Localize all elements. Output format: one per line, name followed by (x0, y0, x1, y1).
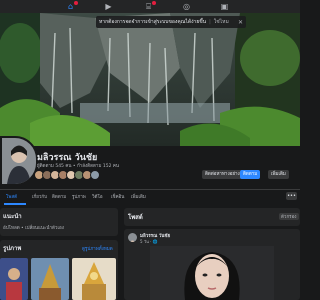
groups-icon[interactable]: ◎ (182, 2, 191, 11)
photo-thumbnail[interactable] (0, 258, 28, 300)
photo-image (0, 258, 28, 300)
notification-dot (74, 1, 78, 5)
intro-text[interactable]: อัปโหลด • เปลี่ยนแนะนำตัวเอง (3, 224, 64, 231)
photos-title: รูปภาพ (3, 245, 22, 252)
post-card: มลิวรรณ วันชัย 5 วัน · 🌐 (124, 229, 300, 300)
post-timestamp[interactable]: 5 วัน · 🌐 (140, 238, 158, 245)
photo-image (31, 258, 69, 300)
post-image (150, 246, 274, 300)
tab-following[interactable]: ติดตาม (52, 193, 66, 200)
follow-button[interactable]: ติดตาม (240, 170, 261, 179)
active-tab-indicator (4, 203, 26, 205)
profile-tabs: โพสต์ เกี่ยวกับ ติดตาม รูปภาพ วิดีโอ เช็… (0, 190, 300, 203)
cover-photo[interactable] (0, 13, 300, 146)
top-navigation-bar: ⌂ ▶ ⌸ ◎ ▣ (0, 0, 300, 14)
banner-link[interactable]: ใช่ไหม (214, 18, 229, 26)
post-photo[interactable] (150, 246, 274, 300)
waterfall-image (0, 13, 300, 146)
tab-photos[interactable]: รูปภาพ (72, 193, 86, 200)
message-label: ติดต่อหาทางอย่าง (205, 172, 240, 177)
close-icon[interactable]: ✕ (238, 19, 243, 26)
tab-videos[interactable]: วิดีโอ (92, 193, 103, 200)
banner-text: หากต้องการจดจำการเข้าสู่ระบบของคุณได้ง่า… (99, 19, 207, 25)
tab-more-button[interactable]: ••• (286, 192, 297, 200)
post-author-avatar[interactable] (128, 233, 137, 242)
more-button[interactable]: เพิ่มเติม (268, 170, 289, 179)
avatar-image (2, 138, 36, 184)
photo-thumbnail[interactable] (31, 258, 69, 300)
notification-dot (152, 1, 156, 5)
message-button[interactable]: ติดต่อหาทางอย่าง (202, 170, 243, 179)
photo-thumbnail[interactable] (72, 258, 116, 300)
banner-separator: | (209, 19, 211, 25)
follower-stats[interactable]: ผู้ติดตาม 545 คน • กำลังติดตาม 152 คน (37, 162, 119, 169)
watch-icon[interactable]: ▶ (104, 2, 113, 11)
tab-checkins[interactable]: เช็คอิน (111, 193, 124, 200)
posts-title: โพสต์ (128, 214, 143, 221)
avatar-image (130, 240, 135, 242)
friend-avatars (34, 170, 100, 180)
tab-posts[interactable]: โพสต์ (6, 193, 17, 200)
photo-image (72, 258, 116, 300)
profile-avatar[interactable] (0, 136, 38, 186)
filter-button[interactable]: ตัวกรอง (279, 213, 299, 220)
gaming-icon[interactable]: ▣ (220, 2, 229, 11)
tab-about[interactable]: เกี่ยวกับ (32, 193, 47, 200)
follow-label: ติดตาม (243, 172, 258, 177)
friend-avatar[interactable] (90, 170, 100, 180)
see-all-photos-link[interactable]: ดูรูปภาพทั้งหมด (82, 245, 113, 252)
intro-card: แนะนำ อัปโหลด • เปลี่ยนแนะนำตัวเอง (0, 208, 118, 236)
tab-more[interactable]: เพิ่มเติม (131, 193, 146, 200)
remember-login-banner: หากต้องการจดจำการเข้าสู่ระบบของคุณได้ง่า… (96, 16, 246, 28)
posts-header-card: โพสต์ ตัวกรอง (124, 208, 300, 226)
intro-title: แนะนำ (3, 213, 22, 220)
more-label: เพิ่มเติม (271, 172, 286, 177)
